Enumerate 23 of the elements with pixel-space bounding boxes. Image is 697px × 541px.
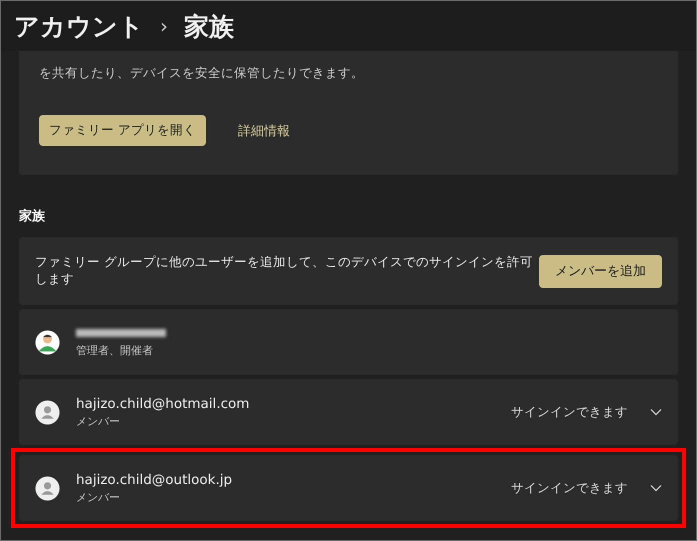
avatar-icon [35, 330, 60, 354]
add-member-text: ファミリー グループに他のユーザーを追加して、このデバイスでのサインインを許可します [35, 254, 534, 288]
breadcrumb-separator: › [160, 14, 168, 38]
sign-in-status: サインインできます [511, 404, 628, 420]
description-text: を共有したり、デバイスを安全に保管したりできます。 [39, 65, 365, 82]
learn-more-link[interactable]: 詳細情報 [238, 122, 290, 140]
member-email: hajizo.child@hotmail.com [76, 396, 250, 412]
member-row[interactable]: hajizo.child@outlook.jp メンバー サインインできます [19, 455, 678, 521]
member-role: 管理者、開催者 [76, 342, 154, 358]
section-title: 家族 [19, 208, 46, 225]
add-member-button[interactable]: メンバーを追加 [538, 254, 662, 288]
user-avatar-icon [35, 476, 60, 500]
user-avatar-icon [35, 400, 60, 424]
member-role: メンバー [76, 414, 121, 428]
member-role: メンバー [76, 490, 121, 504]
member-row[interactable]: hajizo.child@hotmail.com メンバー サインインできます [19, 379, 678, 445]
member-email: hajizo.child@outlook.jp [76, 472, 234, 488]
breadcrumb-parent[interactable]: アカウント [14, 10, 144, 42]
chevron-down-icon[interactable] [650, 484, 662, 492]
open-family-app-button[interactable]: ファミリー アプリを開く [39, 115, 206, 146]
sign-in-status: サインインできます [511, 480, 628, 496]
page-title: 家族 [184, 10, 234, 42]
chevron-down-icon[interactable] [650, 408, 662, 416]
